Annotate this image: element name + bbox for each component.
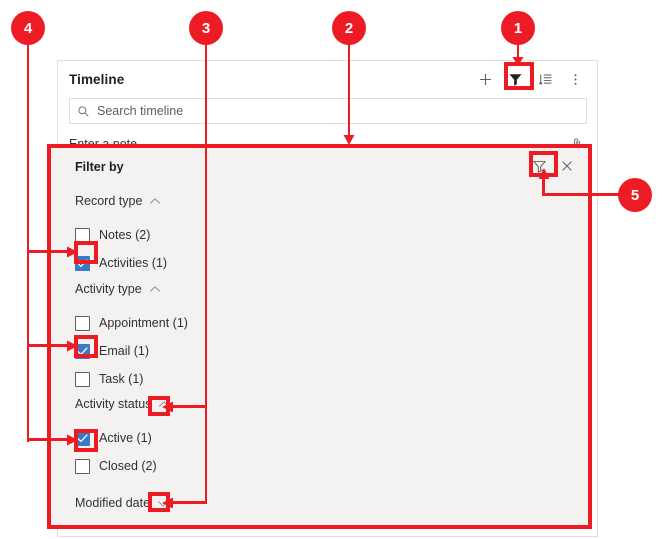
filter-option-active[interactable]: Active (1): [75, 425, 170, 451]
filter-group-label: Record type: [75, 194, 143, 208]
filter-option-label: Activities (1): [99, 256, 168, 270]
filter-group-header-activity-status[interactable]: Activity status: [75, 397, 170, 411]
filter-option-appointment[interactable]: Appointment (1): [75, 310, 188, 336]
filter-option-label: Appointment (1): [99, 316, 188, 330]
callout-1-leader: [517, 40, 519, 60]
filter-group-activity-status: Activity status Active (1) Closed (2): [75, 397, 170, 479]
chevron-up-icon[interactable]: [158, 400, 170, 409]
checkbox-activities[interactable]: [75, 255, 90, 271]
filter-option-label: Notes (2): [99, 228, 151, 242]
filter-option-notes[interactable]: Notes (2): [75, 222, 167, 248]
checkbox-notes[interactable]: [75, 227, 90, 243]
clear-filter-icon[interactable]: [528, 155, 550, 177]
header-actions: [471, 66, 589, 92]
callout-badge-5: 5: [618, 178, 652, 212]
filter-group-header-record-type[interactable]: Record type: [75, 194, 167, 208]
chevron-up-icon[interactable]: [149, 197, 161, 206]
callout-badge-3: 3: [189, 11, 223, 45]
screenshot-stage: Timeline Search timeline Filter by Recor…: [0, 0, 662, 539]
chevron-down-icon[interactable]: [157, 499, 169, 508]
more-commands-icon[interactable]: [561, 66, 589, 92]
search-placeholder: Search timeline: [97, 104, 184, 118]
filter-option-label: Closed (2): [99, 459, 157, 473]
callout-badge-2: 2: [332, 11, 366, 45]
checkbox-task[interactable]: [75, 371, 90, 387]
chevron-up-icon[interactable]: [149, 285, 161, 294]
sort-icon[interactable]: [531, 66, 559, 92]
filter-option-label: Task (1): [99, 372, 144, 386]
checkbox-closed[interactable]: [75, 458, 90, 474]
callout-badge-1: 1: [501, 11, 535, 45]
filter-option-email[interactable]: Email (1): [75, 338, 188, 364]
filter-option-closed[interactable]: Closed (2): [75, 453, 170, 479]
filter-option-task[interactable]: Task (1): [75, 366, 188, 392]
search-icon: [77, 105, 90, 118]
filter-panel: Filter by Record type Notes (2) Activiti…: [47, 144, 592, 529]
search-input[interactable]: Search timeline: [69, 98, 587, 124]
close-icon[interactable]: [556, 155, 578, 177]
filter-group-header-activity-type[interactable]: Activity type: [75, 282, 188, 296]
filter-icon[interactable]: [501, 66, 529, 92]
callout-badge-4: 4: [11, 11, 45, 45]
callout-4-leader-vertical: [27, 40, 29, 442]
filter-panel-title: Filter by: [75, 160, 124, 174]
checkbox-email[interactable]: [75, 343, 90, 359]
checkbox-active[interactable]: [75, 430, 90, 446]
filter-group-header-modified-date[interactable]: Modified date: [75, 496, 169, 510]
filter-group-label: Modified date: [75, 496, 151, 510]
filter-option-label: Email (1): [99, 344, 150, 358]
add-icon[interactable]: [471, 66, 499, 92]
checkbox-appointment[interactable]: [75, 315, 90, 331]
filter-group-label: Activity type: [75, 282, 142, 296]
filter-group-activity-type: Activity type Appointment (1) Email (1) …: [75, 282, 188, 392]
filter-option-activities[interactable]: Activities (1): [75, 250, 167, 276]
filter-group-modified-date: Modified date: [75, 496, 169, 510]
page-title: Timeline: [69, 71, 125, 87]
filter-option-label: Active (1): [99, 431, 152, 445]
filter-group-label: Activity status: [75, 397, 152, 411]
filter-panel-tools: [528, 155, 578, 177]
filter-group-record-type: Record type Notes (2) Activities (1): [75, 194, 167, 276]
timeline-header: Timeline: [58, 61, 597, 97]
